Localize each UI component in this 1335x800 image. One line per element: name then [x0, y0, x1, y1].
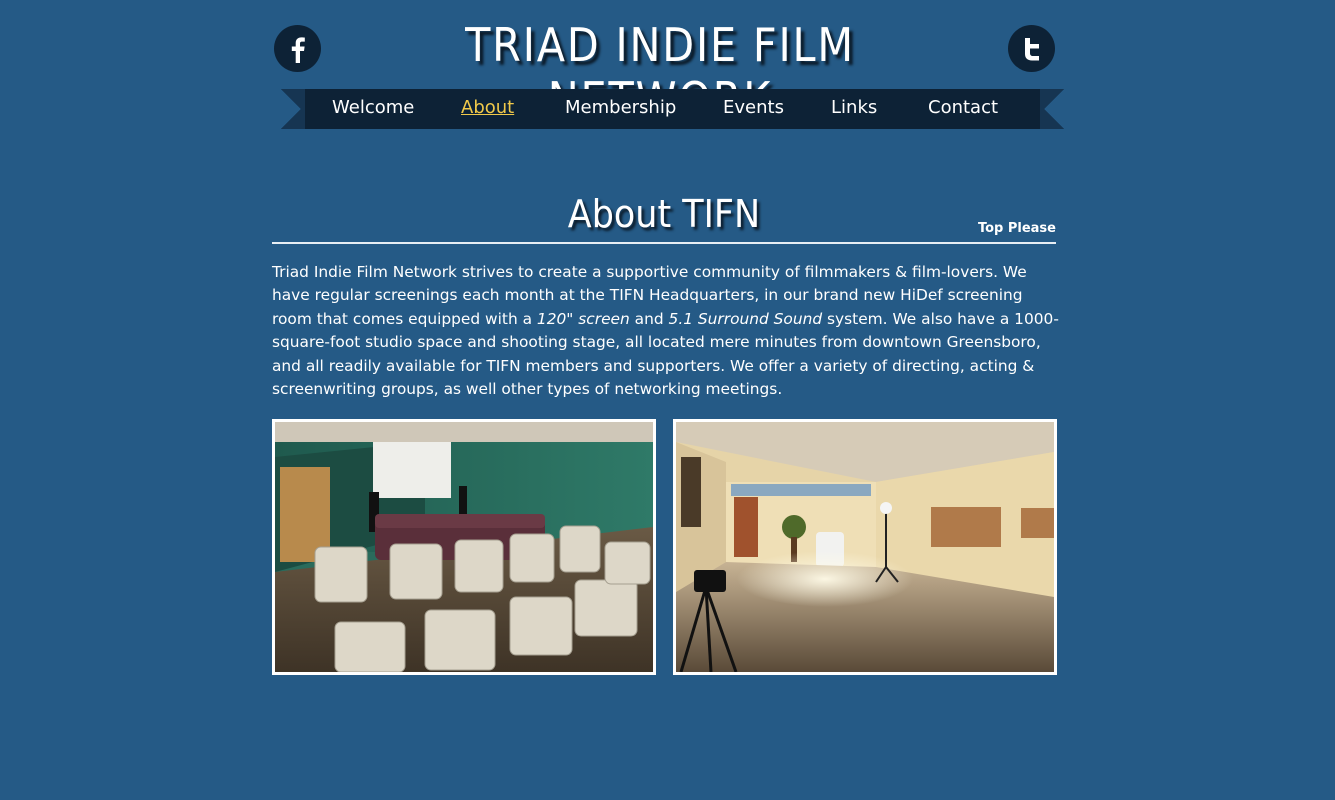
facebook-link[interactable]	[274, 25, 321, 72]
intro-emphasis-screen: 120" screen	[536, 309, 630, 328]
section-divider	[272, 242, 1056, 244]
main-nav: Welcome About Membership Events Links Co…	[281, 89, 1064, 129]
nav-item-contact[interactable]: Contact	[928, 97, 998, 118]
section-title: About TIFN	[567, 192, 761, 236]
nav-item-links[interactable]: Links	[831, 97, 877, 118]
nav-item-membership[interactable]: Membership	[565, 97, 676, 118]
nav-item-about[interactable]: About	[461, 97, 514, 118]
page: TRIAD INDIE FILM NETWORK Welcome About M…	[0, 0, 1335, 800]
top-please-link[interactable]: Top Please	[978, 221, 1056, 236]
nav-list: Welcome About Membership Events Links Co…	[281, 89, 1064, 129]
nav-item-welcome[interactable]: Welcome	[332, 97, 414, 118]
intro-paragraph: Triad Indie Film Network strives to crea…	[272, 261, 1062, 401]
twitter-link[interactable]	[1008, 25, 1055, 72]
studio-space-photo	[673, 419, 1057, 675]
twitter-icon	[1024, 37, 1039, 60]
nav-item-events[interactable]: Events	[723, 97, 784, 118]
intro-emphasis-sound: 5.1 Surround Sound	[668, 309, 823, 328]
facebook-icon	[291, 36, 305, 63]
intro-text: and	[629, 309, 669, 328]
screening-room-photo	[272, 419, 656, 675]
